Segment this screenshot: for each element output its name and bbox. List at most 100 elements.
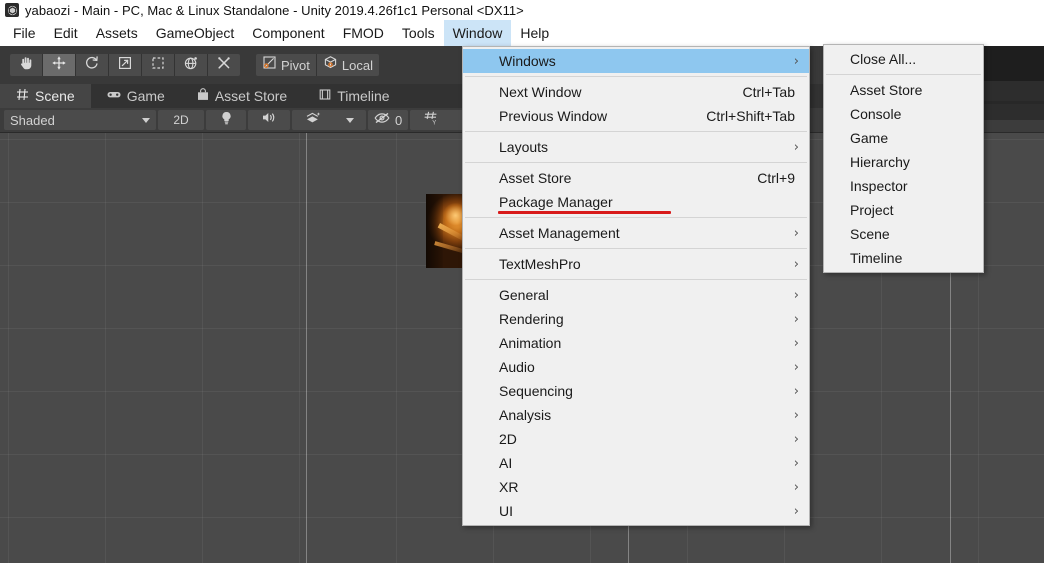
menu-item-label: Hierarchy — [850, 154, 910, 170]
grid-snap-icon: Y — [424, 111, 439, 130]
menu-item-label: Layouts — [499, 139, 549, 155]
tab-timeline[interactable]: Timeline — [303, 84, 405, 108]
menu-item-label: Project — [850, 202, 894, 218]
window-title: yabaozi - Main - PC, Mac & Linux Standal… — [25, 2, 524, 18]
menu-item-ui[interactable]: UI › — [463, 499, 809, 523]
menu-separator — [465, 217, 807, 218]
scale-tool-button[interactable] — [109, 54, 142, 76]
chevron-right-icon: › — [793, 503, 799, 519]
chevron-down-icon — [346, 117, 354, 123]
menubar-item-gameobject[interactable]: GameObject — [147, 20, 244, 46]
submenu-item-console[interactable]: Console — [824, 102, 983, 126]
menubar-item-help[interactable]: Help — [511, 20, 558, 46]
menu-item-previous-window[interactable]: Previous Window Ctrl+Shift+Tab — [463, 104, 809, 128]
fx-toggle-button[interactable] — [292, 110, 334, 130]
menu-item-label: General — [499, 287, 549, 303]
pivot-mode-button[interactable]: Pivot — [256, 54, 317, 76]
menu-item-label: Scene — [850, 226, 890, 242]
submenu-item-timeline[interactable]: Timeline — [824, 246, 983, 270]
audio-toggle-button[interactable] — [248, 110, 290, 130]
menubar-item-fmod[interactable]: FMOD — [334, 20, 393, 46]
menu-item-label: TextMeshPro — [499, 256, 581, 272]
hidden-eye-icon — [374, 111, 390, 129]
menu-item-animation[interactable]: Animation › — [463, 331, 809, 355]
fx-dropdown-button[interactable] — [334, 110, 366, 130]
menu-item-label: Inspector — [850, 178, 908, 194]
menu-item-textmeshpro[interactable]: TextMeshPro › — [463, 252, 809, 276]
menu-item-shortcut: Ctrl+Shift+Tab — [706, 108, 795, 124]
menu-item-analysis[interactable]: Analysis › — [463, 403, 809, 427]
chevron-right-icon: › — [793, 335, 799, 351]
menu-item-label: Sequencing — [499, 383, 573, 399]
menubar-item-assets[interactable]: Assets — [87, 20, 147, 46]
menubar-item-window[interactable]: Window — [443, 20, 512, 46]
menu-separator — [465, 162, 807, 163]
handle-space-button[interactable]: Local — [316, 54, 379, 76]
menu-item-package-manager[interactable]: Package Manager — [463, 190, 809, 214]
2d-toggle-button[interactable]: 2D — [158, 110, 204, 130]
menu-item-windows[interactable]: Windows › — [463, 49, 809, 73]
rect-transform-tool-button[interactable] — [142, 54, 175, 76]
menubar-item-file[interactable]: File — [4, 20, 45, 46]
submenu-item-project[interactable]: Project — [824, 198, 983, 222]
menu-item-general[interactable]: General › — [463, 283, 809, 307]
sprite-shadow — [426, 194, 443, 268]
menu-item-asset-store[interactable]: Asset Store Ctrl+9 — [463, 166, 809, 190]
menu-item-asset-management[interactable]: Asset Management › — [463, 221, 809, 245]
submenu-item-scene[interactable]: Scene — [824, 222, 983, 246]
tab-scene[interactable]: Scene — [0, 84, 91, 108]
menu-separator — [465, 76, 807, 77]
menubar-item-edit[interactable]: Edit — [45, 20, 87, 46]
pivot-icon — [262, 55, 277, 75]
submenu-item-close-all[interactable]: Close All... — [824, 47, 983, 71]
right-dock-tabbar — [984, 81, 1044, 101]
menu-item-ai[interactable]: AI › — [463, 451, 809, 475]
tab-scene-label: Scene — [35, 88, 75, 104]
tab-asset-store[interactable]: Asset Store — [181, 84, 303, 108]
scene-grid-icon — [16, 88, 29, 104]
menubar-item-component[interactable]: Component — [243, 20, 333, 46]
grid-snap-button[interactable]: Y — [410, 110, 453, 130]
hidden-object-count: 0 — [395, 112, 403, 128]
windows-submenu: Close All... Asset Store Console Game Hi… — [823, 44, 984, 273]
pivot-handle-group: Pivot Local — [256, 54, 379, 76]
menu-item-rendering[interactable]: Rendering › — [463, 307, 809, 331]
move-tool-button[interactable] — [43, 54, 76, 76]
window-dropdown-menu: Windows › Next Window Ctrl+Tab Previous … — [462, 46, 810, 526]
right-dock-toolbar — [984, 104, 1044, 120]
chevron-right-icon: › — [793, 455, 799, 471]
hand-tool-button[interactable] — [10, 54, 43, 76]
menu-item-label: Animation — [499, 335, 562, 351]
menu-item-layouts[interactable]: Layouts › — [463, 135, 809, 159]
svg-text:Y: Y — [432, 120, 436, 125]
custom-tool-button[interactable] — [208, 54, 240, 76]
chevron-right-icon: › — [793, 225, 799, 241]
submenu-item-game[interactable]: Game — [824, 126, 983, 150]
menu-item-2d[interactable]: 2D › — [463, 427, 809, 451]
menubar-item-tools[interactable]: Tools — [393, 20, 444, 46]
rect-icon — [150, 55, 166, 76]
chevron-right-icon: › — [793, 256, 799, 272]
scene-visibility-button[interactable]: 0 — [368, 110, 409, 130]
submenu-item-inspector[interactable]: Inspector — [824, 174, 983, 198]
chevron-right-icon: › — [793, 311, 799, 327]
transform-globe-icon — [183, 55, 199, 76]
submenu-item-hierarchy[interactable]: Hierarchy — [824, 150, 983, 174]
tab-asset-store-label: Asset Store — [214, 88, 288, 104]
tab-game[interactable]: Game — [91, 84, 181, 108]
draw-mode-dropdown[interactable]: Shaded — [4, 110, 156, 130]
menu-item-xr[interactable]: XR › — [463, 475, 809, 499]
menu-item-label: AI — [499, 455, 513, 471]
rotate-tool-button[interactable] — [76, 54, 109, 76]
menu-item-label: Windows — [499, 53, 556, 69]
menu-item-next-window[interactable]: Next Window Ctrl+Tab — [463, 80, 809, 104]
chevron-right-icon: › — [793, 407, 799, 423]
chevron-right-icon: › — [793, 139, 799, 155]
menu-item-audio[interactable]: Audio › — [463, 355, 809, 379]
menu-item-sequencing[interactable]: Sequencing › — [463, 379, 809, 403]
transform-tool-button[interactable] — [175, 54, 208, 76]
submenu-item-asset-store[interactable]: Asset Store — [824, 78, 983, 102]
chevron-down-icon — [142, 117, 150, 123]
lighting-toggle-button[interactable] — [206, 110, 246, 130]
unity-app-icon — [5, 3, 19, 17]
